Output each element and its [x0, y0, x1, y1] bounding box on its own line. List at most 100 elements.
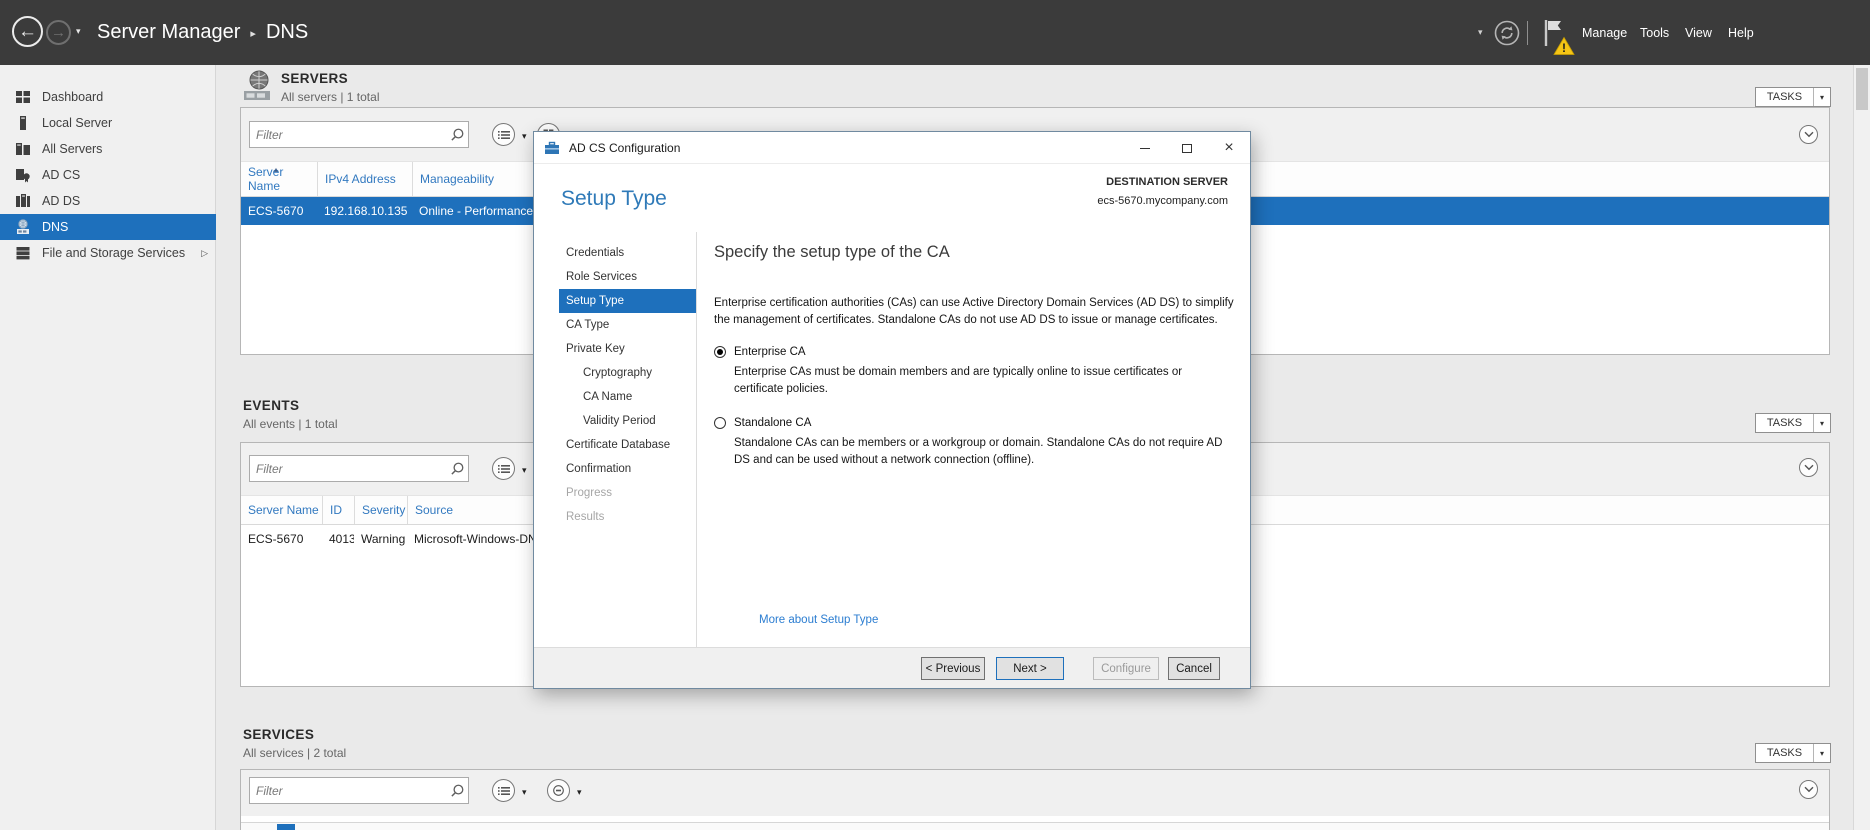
services-tasks-button[interactable]: TASKS▾: [1755, 743, 1831, 763]
caret-down-icon: ▾: [1814, 419, 1830, 428]
file-storage-icon: [15, 245, 32, 262]
minimize-button[interactable]: [1124, 132, 1166, 164]
content-heading: Specify the setup type of the CA: [714, 243, 1242, 262]
events-criteria-button[interactable]: [492, 457, 515, 480]
services-criteria-button[interactable]: [492, 779, 515, 802]
events-col-id[interactable]: ID: [322, 496, 354, 524]
standalone-ca-description: Standalone CAs can be members or a workg…: [734, 435, 1234, 470]
cancel-button[interactable]: Cancel: [1168, 657, 1220, 680]
standalone-ca-radio[interactable]: [714, 417, 726, 429]
servers-tasks-button[interactable]: TASKS▾: [1755, 87, 1831, 107]
wizard-step-role-services[interactable]: Role Services: [559, 265, 696, 289]
criteria-caret-icon[interactable]: ▾: [522, 131, 527, 142]
servers-collapse-button[interactable]: [1799, 125, 1818, 144]
services-tile: ▾ ▾: [240, 769, 1830, 830]
destination-server-label: DESTINATION SERVER: [1097, 176, 1228, 188]
breadcrumb-root[interactable]: Server Manager: [97, 21, 240, 44]
events-collapse-button[interactable]: [1799, 458, 1818, 477]
search-icon[interactable]: [446, 461, 468, 476]
wizard-step-progress: Progress: [559, 481, 696, 505]
criteria-caret-icon[interactable]: ▾: [522, 465, 527, 476]
menu-help[interactable]: Help: [1728, 0, 1754, 65]
services-group-button[interactable]: [547, 779, 570, 802]
previous-button[interactable]: < Previous: [921, 657, 985, 680]
services-collapse-button[interactable]: [1799, 780, 1818, 799]
more-about-setup-type-link[interactable]: More about Setup Type: [759, 614, 878, 626]
chevron-down-icon: [1804, 464, 1814, 471]
expand-arrow-icon[interactable]: ▷: [201, 248, 208, 259]
sidebar-item-label: AD CS: [42, 168, 80, 182]
events-filter-input[interactable]: [250, 462, 446, 476]
adcs-configuration-dialog: AD CS Configuration × Setup Type DESTINA…: [533, 131, 1251, 689]
top-bar: ← → ▾ Server Manager ▸ DNS ▾: [0, 0, 1870, 65]
criteria-caret-icon[interactable]: ▾: [522, 787, 527, 798]
events-col-server-name[interactable]: Server Name: [241, 496, 322, 524]
events-panel-subtitle: All events | 1 total: [243, 417, 338, 431]
nav-history-caret[interactable]: ▾: [76, 26, 81, 37]
configure-button: Configure: [1093, 657, 1159, 680]
wizard-step-credentials[interactable]: Credentials: [559, 241, 696, 265]
services-filter-strip: [241, 770, 1829, 816]
close-button[interactable]: ×: [1208, 132, 1250, 164]
sidebar-item-file-storage-services[interactable]: File and Storage Services ▷: [0, 240, 216, 266]
scrollbar-thumb[interactable]: [1856, 68, 1868, 110]
refresh-button[interactable]: [1494, 0, 1520, 65]
notifications-caret[interactable]: ▾: [1478, 0, 1483, 65]
dialog-titlebar[interactable]: AD CS Configuration ×: [534, 132, 1250, 164]
back-arrow-icon: ←: [18, 21, 37, 43]
enterprise-ca-radio-row[interactable]: Enterprise CA: [714, 346, 1242, 358]
wizard-step-ca-type[interactable]: CA Type: [559, 313, 696, 337]
breadcrumb-current: DNS: [266, 21, 308, 44]
sidebar-item-local-server[interactable]: Local Server: [0, 110, 216, 136]
menu-tools[interactable]: Tools: [1640, 0, 1669, 65]
all-servers-icon: [15, 141, 32, 158]
services-filter-input[interactable]: [250, 784, 446, 798]
wizard-step-validity-period[interactable]: Validity Period: [559, 409, 696, 433]
sidebar-item-dashboard[interactable]: Dashboard: [0, 84, 216, 110]
content-intro: Enterprise certification authorities (CA…: [714, 295, 1234, 330]
events-col-severity[interactable]: Severity: [354, 496, 407, 524]
back-button[interactable]: ←: [12, 16, 43, 47]
wizard-step-setup-type[interactable]: Setup Type: [559, 289, 696, 313]
forward-button[interactable]: →: [46, 20, 71, 45]
sidebar-item-all-servers[interactable]: All Servers: [0, 136, 216, 162]
enterprise-ca-radio[interactable]: [714, 346, 726, 358]
breadcrumb-separator-icon: ▸: [250, 27, 256, 40]
group-caret-icon[interactable]: ▾: [577, 787, 582, 798]
next-button[interactable]: Next >: [996, 657, 1064, 680]
menu-manage[interactable]: Manage: [1582, 0, 1627, 65]
dialog-footer: < Previous Next > Configure Cancel: [534, 647, 1250, 688]
wizard-step-private-key[interactable]: Private Key: [559, 337, 696, 361]
search-icon[interactable]: [446, 783, 468, 798]
forward-arrow-icon: →: [51, 24, 66, 41]
wizard-nav-divider: [696, 232, 697, 648]
wizard-step-ca-name[interactable]: CA Name: [559, 385, 696, 409]
search-icon[interactable]: [446, 127, 468, 142]
events-tasks-button[interactable]: TASKS▾: [1755, 413, 1831, 433]
adcs-wizard-icon: [544, 140, 560, 156]
servers-col-ipv4[interactable]: IPv4 Address: [317, 162, 412, 196]
menu-view[interactable]: View: [1685, 0, 1712, 65]
standalone-ca-radio-row[interactable]: Standalone CA: [714, 417, 1242, 429]
servers-col-server-name[interactable]: Server Name: [241, 162, 317, 196]
refresh-icon: [1494, 20, 1520, 46]
sidebar-item-ad-cs[interactable]: AD CS: [0, 162, 216, 188]
maximize-icon: [1182, 144, 1192, 153]
services-table-header-partial: [241, 822, 1829, 830]
servers-criteria-button[interactable]: [492, 123, 515, 146]
wizard-step-cryptography[interactable]: Cryptography: [559, 361, 696, 385]
sidebar-item-ad-ds[interactable]: AD DS: [0, 188, 216, 214]
chevron-down-icon: [1804, 786, 1814, 793]
event-id-cell: 4013: [322, 532, 354, 546]
warning-badge[interactable]: !: [1553, 36, 1575, 61]
dns-icon: [15, 219, 32, 236]
main-scrollbar[interactable]: [1853, 65, 1870, 830]
sort-asc-icon: ▴: [274, 165, 278, 174]
wizard-step-certificate-database[interactable]: Certificate Database: [559, 433, 696, 457]
services-sorted-column-marker: [277, 824, 295, 830]
maximize-button[interactable]: [1166, 132, 1208, 164]
wizard-step-confirmation[interactable]: Confirmation: [559, 457, 696, 481]
sidebar-item-dns[interactable]: DNS: [0, 214, 216, 240]
warning-triangle-icon: !: [1553, 36, 1575, 56]
servers-filter-input[interactable]: [250, 128, 446, 142]
